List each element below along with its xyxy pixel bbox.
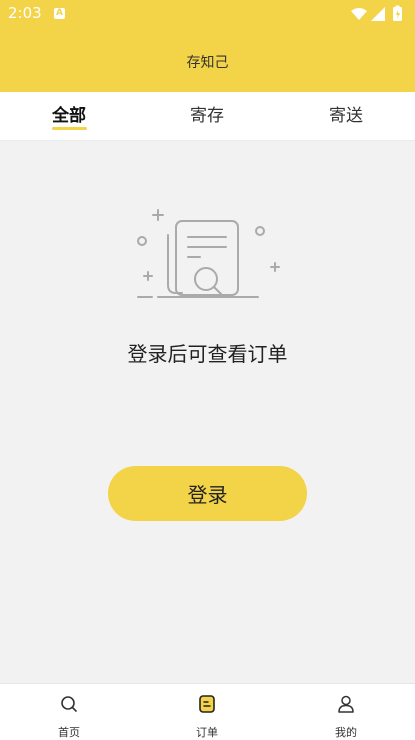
tab-label: 全部 [52, 106, 86, 126]
page-title: 存知己 [186, 55, 229, 71]
tab-storage[interactable]: 寄存 [138, 92, 276, 140]
tab-label: 寄存 [190, 106, 224, 126]
order-icon [199, 695, 215, 713]
tab-label: 寄送 [329, 106, 363, 126]
user-icon [338, 695, 354, 713]
document-search-icon [137, 209, 280, 298]
status-time: 2:03 [8, 4, 42, 22]
order-tabs: 全部 寄存 寄送 [0, 92, 415, 141]
nav-item-home[interactable]: 首页 [0, 684, 138, 740]
tab-all[interactable]: 全部 [0, 92, 138, 140]
wifi-icon [351, 8, 367, 20]
empty-state-message: 登录后可查看订单 [127, 342, 288, 366]
nav-label: 订单 [196, 726, 218, 739]
nav-label: 我的 [335, 726, 357, 739]
status-bar: 2:03 A [0, 0, 415, 28]
search-icon [61, 696, 77, 712]
tab-active-indicator [52, 127, 87, 130]
notification-icon: A [54, 8, 65, 19]
tab-delivery[interactable]: 寄送 [277, 92, 415, 140]
bottom-navigation: 首页 订单 我的 [0, 683, 415, 740]
nav-label: 首页 [58, 726, 80, 739]
app-header: 存知己 [0, 28, 415, 92]
nav-item-orders[interactable]: 订单 [138, 684, 276, 740]
nav-item-profile[interactable]: 我的 [277, 684, 415, 740]
login-button[interactable]: 登录 [108, 466, 307, 521]
status-icons [351, 5, 402, 21]
signal-icon [371, 7, 385, 21]
